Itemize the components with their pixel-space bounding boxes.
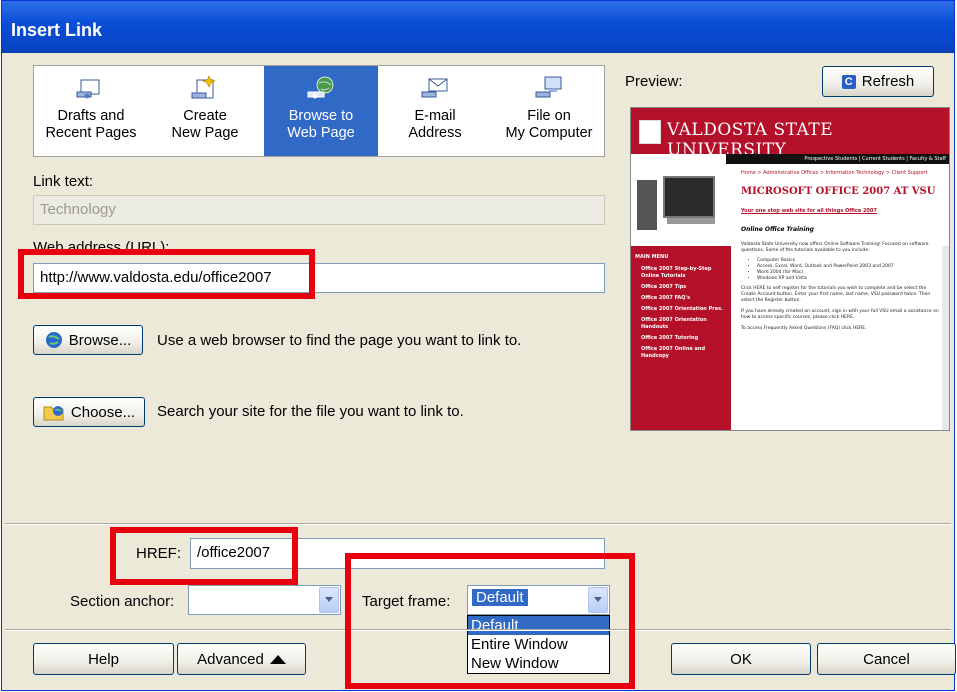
tab-label-line1: E-mail xyxy=(414,108,456,124)
dropdown-option-new-window[interactable]: New Window xyxy=(468,654,609,673)
computer-file-icon xyxy=(535,76,562,98)
browse-description: Use a web browser to find the page you w… xyxy=(157,332,522,349)
tab-label-line2: My Computer xyxy=(505,125,593,141)
advanced-button-label: Advanced xyxy=(197,650,264,668)
computer-image xyxy=(637,170,717,240)
page-preview: VALDOSTA STATE UNIVERSITY Prospective St… xyxy=(630,107,950,431)
tab-label-line1: Create xyxy=(183,108,227,124)
preview-para: Click HERE to self register for the tuto… xyxy=(741,286,931,303)
tab-label-line1: File on xyxy=(527,108,571,124)
link-type-tabs: Drafts and Recent Pages Create New Page xyxy=(33,65,605,157)
tab-create-new-page[interactable]: Create New Page xyxy=(148,66,262,156)
chevron-down-icon[interactable] xyxy=(588,587,608,613)
dropdown-option-default[interactable]: Default xyxy=(468,616,609,635)
tab-label-line2: Address xyxy=(408,125,462,141)
drafts-icon xyxy=(76,79,100,99)
cancel-button[interactable]: Cancel xyxy=(817,643,956,675)
target-frame-select[interactable]: Default xyxy=(467,585,610,615)
preview-body: Valdosta State University now offers Onl… xyxy=(741,242,941,332)
triangle-up-icon xyxy=(269,654,286,664)
tab-browse-to-web-page[interactable]: Browse to Web Page xyxy=(264,66,378,156)
target-frame-label: Target frame: xyxy=(362,593,451,610)
tab-label-line2: New Page xyxy=(171,125,239,141)
ok-button-label: OK xyxy=(730,650,752,668)
preview-menu-item: Office 2007 Tutoring xyxy=(641,335,699,341)
dialog-body: Drafts and Recent Pages Create New Page xyxy=(5,53,956,687)
tab-file-on-my-computer[interactable]: File on My Computer xyxy=(492,66,606,156)
advanced-button[interactable]: Advanced xyxy=(177,643,306,675)
new-page-icon xyxy=(191,75,216,99)
preview-menu-item: Office 2007 Step-by-Step Online Tutorial… xyxy=(641,266,712,279)
url-label: Web address (URL): xyxy=(33,239,170,256)
preview-menu-item: Office 2007 Tips xyxy=(641,284,687,290)
refresh-button-label: Refresh xyxy=(861,73,915,90)
preview-subheading: Online Office Training xyxy=(741,226,814,233)
choose-button-label: Choose... xyxy=(70,403,136,421)
preview-heading: MICROSOFT OFFICE 2007 AT VSU xyxy=(741,186,936,197)
refresh-button[interactable]: C Refresh xyxy=(822,66,934,97)
target-frame-dropdown: Default Entire Window New Window xyxy=(467,615,610,674)
preview-scrollbar[interactable] xyxy=(942,246,949,430)
email-icon xyxy=(421,78,448,98)
tab-label-line2: Web Page xyxy=(287,125,355,141)
preview-menu-item: Office 2007 Orientation Handouts xyxy=(641,317,707,330)
insert-link-dialog: Insert Link Drafts and Recent Pages Crea… xyxy=(1,0,956,691)
preview-intro: Valdosta State University now offers Onl… xyxy=(741,242,929,253)
preview-para: If you have already created an account, … xyxy=(741,309,939,320)
separator-bottom xyxy=(5,629,951,631)
link-text-field: Technology xyxy=(33,195,605,225)
tab-label-line1: Browse to xyxy=(288,108,354,124)
tab-label-line2: Recent Pages xyxy=(45,125,137,141)
title-bar: Insert Link xyxy=(2,1,954,53)
preview-breadcrumb: Home > Administrative Offices > Informat… xyxy=(741,170,928,176)
preview-menu-item: Office 2007 Online and Handcopy xyxy=(641,346,706,359)
preview-menu-item: Office 2007 Orientation Pres. xyxy=(641,306,723,312)
tab-email-address[interactable]: E-mail Address xyxy=(378,66,492,156)
cancel-button-label: Cancel xyxy=(863,650,910,668)
preview-label: Preview: xyxy=(625,73,683,90)
browse-button[interactable]: Browse... xyxy=(33,325,143,355)
preview-tagline: Your one stop web site for all things Of… xyxy=(741,208,877,214)
preview-menu-title: MAIN MENU xyxy=(635,254,669,260)
target-frame-value: Default xyxy=(472,589,528,606)
href-label: HREF: xyxy=(136,545,181,562)
link-text-label: Link text: xyxy=(33,173,94,190)
globe-icon xyxy=(45,332,62,348)
folder-globe-icon xyxy=(43,406,64,421)
preview-main-menu: MAIN MENU Office 2007 Step-by-Step Onlin… xyxy=(631,246,731,430)
preview-header: VALDOSTA STATE UNIVERSITY xyxy=(631,108,949,160)
dropdown-option-entire-window[interactable]: Entire Window xyxy=(468,635,609,654)
preview-para: To access Frequently Asked Questions (FA… xyxy=(741,326,867,331)
preview-bullet: Windows XP and Vista xyxy=(757,276,941,282)
choose-description: Search your site for the file you want t… xyxy=(157,403,464,420)
tab-label-line1: Drafts and xyxy=(57,108,125,124)
url-field[interactable]: http://www.valdosta.edu/office2007 xyxy=(33,263,605,293)
vsu-logo xyxy=(639,120,661,144)
help-button-label: Help xyxy=(88,650,119,668)
choose-button[interactable]: Choose... xyxy=(33,397,145,427)
refresh-icon: C xyxy=(841,74,856,89)
chevron-down-icon[interactable] xyxy=(319,587,339,613)
tab-drafts-recent-pages[interactable]: Drafts and Recent Pages xyxy=(34,66,148,156)
section-anchor-label: Section anchor: xyxy=(70,593,175,610)
preview-topnav: Prospective Students | Current Students … xyxy=(726,154,949,164)
globe-link-icon xyxy=(307,76,334,99)
dialog-title: Insert Link xyxy=(11,20,103,40)
ok-button[interactable]: OK xyxy=(671,643,811,675)
href-field[interactable]: /office2007 xyxy=(190,538,605,569)
separator-top xyxy=(5,523,951,525)
section-anchor-select[interactable] xyxy=(188,585,341,615)
browse-button-label: Browse... xyxy=(68,331,132,349)
help-button[interactable]: Help xyxy=(33,643,174,675)
preview-menu-item: Office 2007 FAQ's xyxy=(641,295,691,301)
